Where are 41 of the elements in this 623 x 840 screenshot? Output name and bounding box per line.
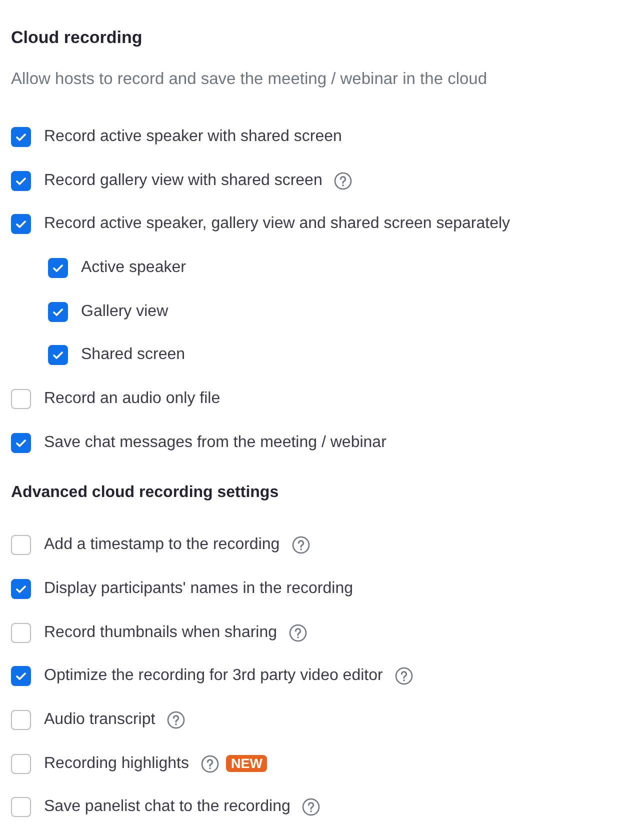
help-icon[interactable]	[200, 754, 219, 773]
option-label: Add a timestamp to the recording	[44, 536, 280, 554]
option-label: Active speaker	[81, 258, 186, 277]
option-label: Record active speaker with shared screen	[44, 128, 342, 146]
checkbox[interactable]	[48, 258, 68, 278]
checkbox[interactable]	[11, 170, 31, 191]
checkbox[interactable]	[11, 388, 31, 409]
checkbox[interactable]	[11, 579, 31, 600]
checkbox[interactable]	[11, 432, 31, 453]
option-label: Record active speaker, gallery view and shared screen separately	[44, 215, 510, 234]
option-label: Record gallery view with shared screen	[44, 172, 322, 190]
help-icon[interactable]	[289, 624, 308, 642]
checkbox[interactable]	[11, 622, 31, 643]
checkbox[interactable]	[11, 666, 31, 686]
option-label: Optimize the recording for 3rd party video editor	[44, 667, 383, 686]
option-label: Shared screen	[81, 346, 186, 364]
checkbox[interactable]	[11, 214, 31, 234]
help-icon[interactable]	[292, 536, 310, 554]
checkbox[interactable]	[11, 754, 31, 774]
option-label: Save panelist chat to the recording	[44, 798, 290, 816]
option-label: Display participants' names in the recording	[44, 580, 353, 598]
option-label: Save chat messages from the meeting / webinar	[44, 434, 386, 452]
checkbox[interactable]	[11, 126, 31, 147]
checkbox[interactable]	[11, 535, 31, 556]
checkbox[interactable]	[11, 710, 31, 730]
option-label: Record an audio only file	[44, 390, 220, 408]
help-icon[interactable]	[334, 172, 352, 190]
checkbox[interactable]	[11, 797, 31, 818]
new-badge: NEW	[226, 755, 268, 772]
option-label: Record thumbnails when sharing	[44, 624, 278, 642]
section-title: Cloud recording	[11, 27, 144, 49]
option-label: Audio transcript	[44, 711, 156, 730]
option-label: Gallery view	[81, 302, 168, 321]
option-label: Recording highlights	[44, 754, 189, 773]
section-description: Allow hosts to record and save the meeting / webinar in the cloud	[11, 69, 488, 90]
checkbox[interactable]	[48, 345, 68, 366]
help-icon[interactable]	[302, 798, 320, 816]
help-icon[interactable]	[394, 667, 413, 686]
help-icon[interactable]	[167, 711, 186, 730]
section-title: Advanced cloud recording settings	[11, 482, 280, 502]
checkbox[interactable]	[48, 302, 68, 322]
